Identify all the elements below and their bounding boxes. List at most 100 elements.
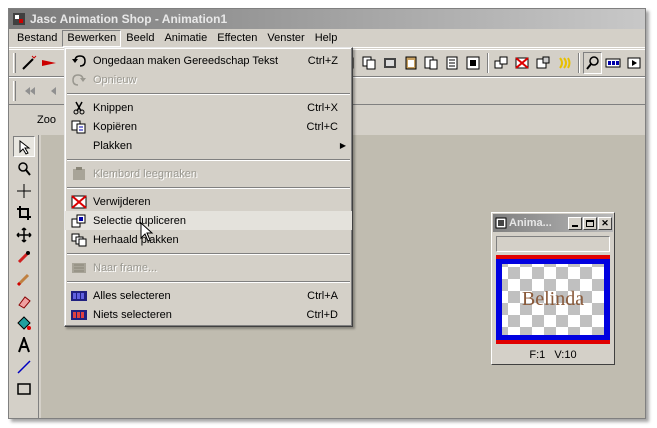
animation-status: F:1 V:10 xyxy=(492,349,614,361)
copy-icon xyxy=(362,56,376,70)
menu-undo[interactable]: Ongedaan maken Gereedschap Tekst Ctrl+Z xyxy=(65,51,352,70)
view-icon xyxy=(605,58,621,68)
magnifier-icon xyxy=(18,161,31,176)
tool-crosshair[interactable] xyxy=(13,180,35,201)
effects-button[interactable] xyxy=(554,52,574,74)
crosshair-icon xyxy=(17,183,31,198)
animation-window[interactable]: Anima... ✕ Belinda F:1 V:10 xyxy=(491,212,615,365)
menu-bar: Bestand Bewerken Beeld Animatie Effecten… xyxy=(9,29,645,48)
delete-frame-toolbar-button[interactable] xyxy=(512,52,532,74)
animation-frame-canvas[interactable]: Belinda xyxy=(496,255,610,344)
prev-frame-icon xyxy=(51,87,56,95)
menu-goto-frame[interactable]: Naar frame... xyxy=(65,258,352,277)
menu-clear-clipboard[interactable]: Klembord leegmaken xyxy=(65,164,352,183)
zoom-toolbar-button[interactable] xyxy=(582,52,603,74)
prev-frame-button[interactable] xyxy=(42,80,64,102)
menu-bewerken[interactable]: Bewerken xyxy=(62,29,122,47)
menu-help[interactable]: Help xyxy=(310,30,343,47)
menu-repeat-paste[interactable]: Herhaald plakken xyxy=(65,230,352,249)
menu-select-all[interactable]: Alles selecteren Ctrl+A xyxy=(65,286,352,305)
frame-strip-header xyxy=(496,236,610,252)
text-tool-icon xyxy=(18,336,30,352)
tool-select[interactable] xyxy=(13,136,35,157)
effects-icon xyxy=(558,57,571,69)
belinda-text: Belinda xyxy=(522,288,584,310)
app-icon[interactable] xyxy=(11,11,27,27)
menu-cut[interactable]: Knippen Ctrl+X xyxy=(65,98,352,117)
menu-bestand[interactable]: Bestand xyxy=(12,30,62,47)
fill-bucket-icon xyxy=(17,315,31,330)
tool-dropper[interactable] xyxy=(13,246,35,267)
frame-props-button[interactable] xyxy=(533,52,553,74)
submenu-arrow-icon: ▶ xyxy=(339,141,346,150)
menu-copy[interactable]: Kopiëren Ctrl+C xyxy=(65,117,352,136)
tool-brush[interactable] xyxy=(13,268,35,289)
menu-redo[interactable]: Opnieuw xyxy=(65,70,352,89)
tool-palette xyxy=(9,135,39,418)
zoom-bar: Zoo xyxy=(37,109,56,131)
duplicate-icon xyxy=(494,56,508,69)
maximize-button[interactable] xyxy=(583,216,597,230)
minimize-button[interactable] xyxy=(568,216,582,230)
menu-paste[interactable]: Plakken ▶ xyxy=(65,136,352,155)
menu-beeld[interactable]: Beeld xyxy=(121,30,159,47)
first-frame-icon xyxy=(25,87,35,95)
copy-icon xyxy=(69,119,89,135)
tool-zoom[interactable] xyxy=(13,158,35,179)
paste-before-button[interactable] xyxy=(421,52,441,74)
select-all-icon xyxy=(69,288,89,304)
paste-after-icon xyxy=(446,56,458,70)
clipboard-icon xyxy=(69,166,89,182)
tool-move[interactable] xyxy=(13,224,35,245)
banner-button[interactable] xyxy=(40,52,60,74)
menu-separator xyxy=(65,277,352,286)
wizard-icon xyxy=(22,55,37,70)
app-window: Jasc Animation Shop - Animation1 Bestand… xyxy=(8,8,646,419)
animation-window-title: Anima... xyxy=(509,217,552,229)
frame-delay: V:10 xyxy=(554,349,577,361)
tool-crop[interactable] xyxy=(13,202,35,223)
menu-animatie[interactable]: Animatie xyxy=(159,30,212,47)
tool-eraser[interactable] xyxy=(13,290,35,311)
paste-icon xyxy=(405,56,417,70)
close-button[interactable]: ✕ xyxy=(598,216,612,230)
banner-icon xyxy=(42,60,57,66)
window-title: Jasc Animation Shop - Animation1 xyxy=(30,12,228,26)
menu-delete[interactable]: Verwijderen xyxy=(65,192,352,211)
film-button[interactable] xyxy=(380,52,400,74)
scissors-icon xyxy=(69,100,89,116)
menu-separator xyxy=(65,155,352,164)
menu-effecten[interactable]: Effecten xyxy=(212,30,262,47)
wizard-button[interactable] xyxy=(19,52,39,74)
copy-toolbar-button[interactable] xyxy=(359,52,379,74)
insert-frame-icon xyxy=(466,56,480,70)
menu-select-none[interactable]: Niets selecteren Ctrl+D xyxy=(65,305,352,324)
toolbar-grip[interactable] xyxy=(13,53,16,73)
menu-separator xyxy=(65,89,352,98)
menu-venster[interactable]: Venster xyxy=(262,30,309,47)
view-button[interactable] xyxy=(603,52,623,74)
title-bar: Jasc Animation Shop - Animation1 xyxy=(9,9,645,29)
frame-toolbar-grip[interactable] xyxy=(13,81,16,101)
tool-text[interactable] xyxy=(13,334,35,355)
first-frame-button[interactable] xyxy=(19,80,41,102)
goto-frame-icon xyxy=(69,260,89,276)
tool-fill[interactable] xyxy=(13,312,35,333)
animation-window-titlebar[interactable]: Anima... ✕ xyxy=(493,214,613,232)
menu-duplicate-selection[interactable]: Selectie dupliceren xyxy=(65,211,352,230)
duplicate-toolbar-button[interactable] xyxy=(492,52,512,74)
paste-toolbar-button[interactable] xyxy=(401,52,421,74)
insert-frame-button[interactable] xyxy=(463,52,483,74)
tool-line[interactable] xyxy=(13,356,35,377)
dropper-icon xyxy=(17,250,30,263)
rectangle-tool-icon xyxy=(17,382,31,395)
tool-rectangle[interactable] xyxy=(13,378,35,399)
animation-doc-icon xyxy=(495,217,507,229)
paste-before-icon xyxy=(424,56,438,70)
menu-separator xyxy=(65,183,352,192)
paste-after-button[interactable] xyxy=(442,52,462,74)
play-view-button[interactable] xyxy=(624,52,644,74)
undo-icon xyxy=(69,53,89,69)
zoom-label: Zoo xyxy=(37,114,56,126)
redo-icon xyxy=(69,72,89,88)
